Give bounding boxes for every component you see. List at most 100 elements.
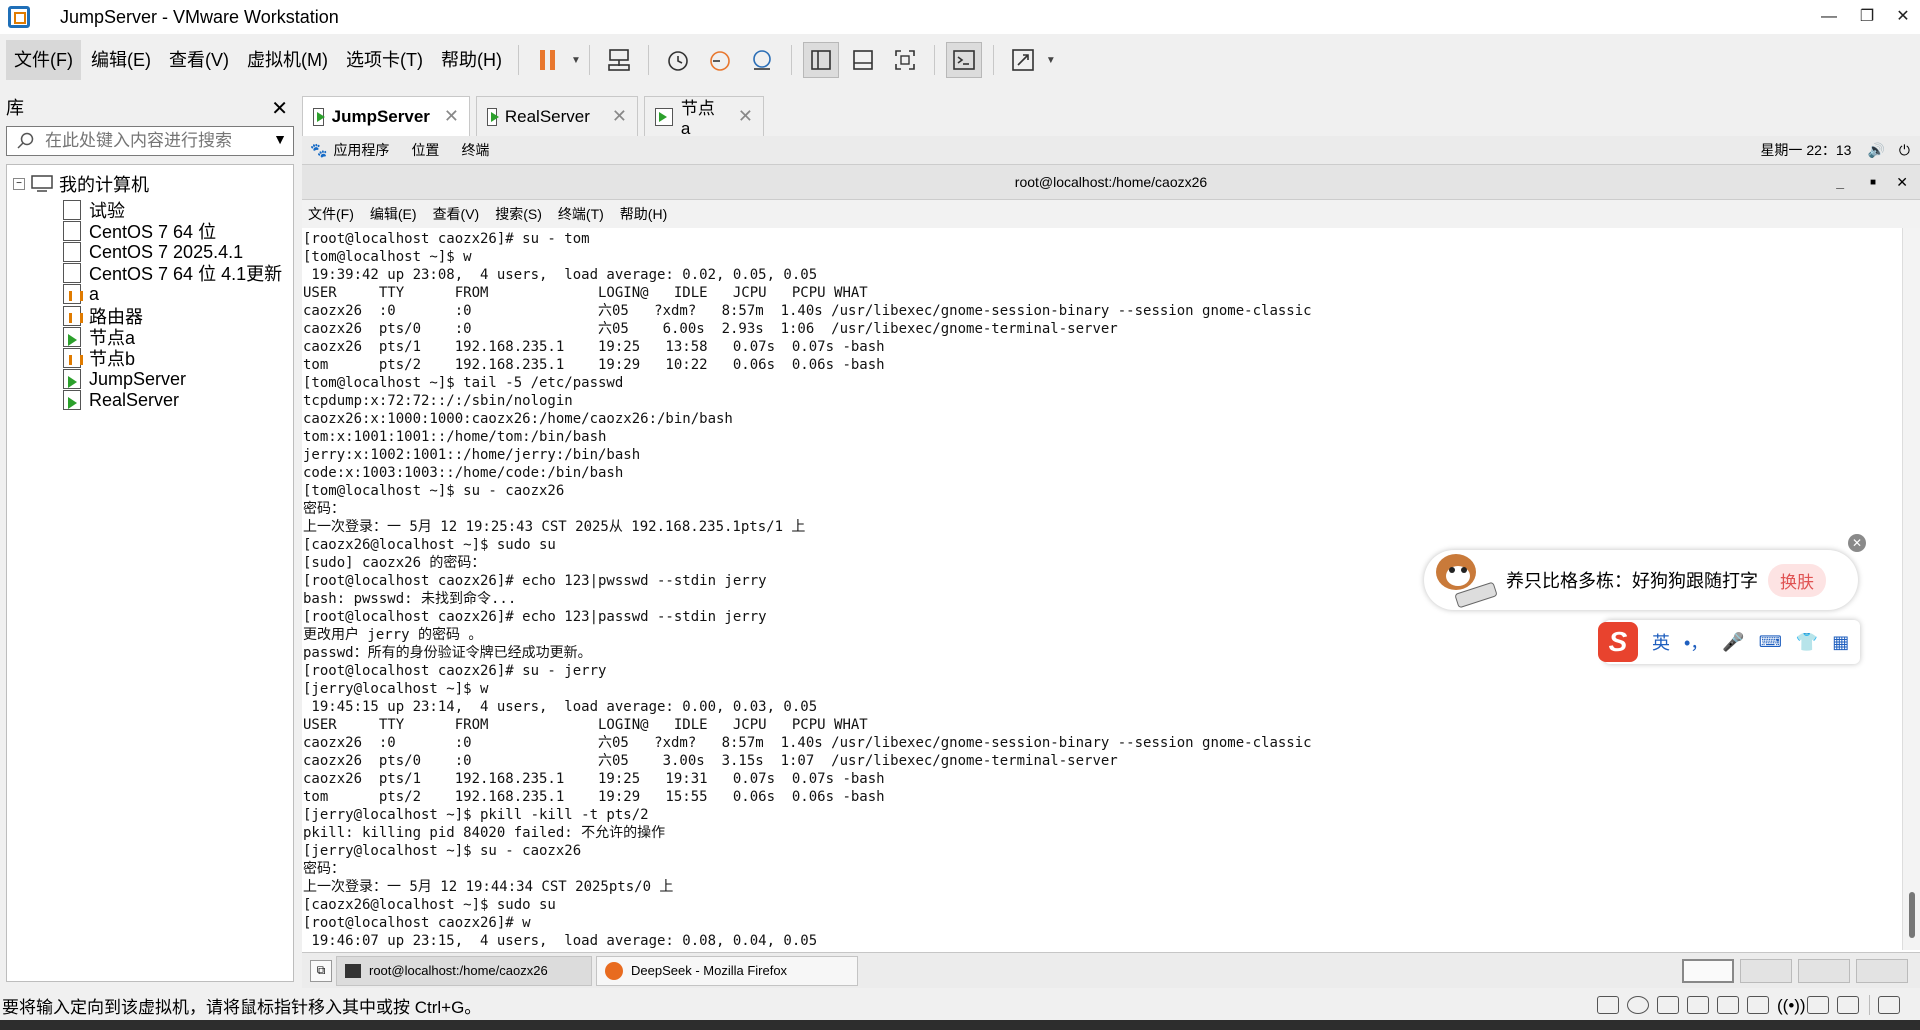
gnome-applications-menu[interactable]: 应用程序 <box>333 140 389 160</box>
tab-node-a[interactable]: 节点a ✕ <box>644 96 764 138</box>
tree-root-my-computer[interactable]: − 我的计算机 <box>13 171 149 197</box>
computer-icon <box>31 175 53 192</box>
full-screen-button[interactable] <box>887 42 923 78</box>
vm-paused-icon <box>63 306 83 326</box>
terminal-menu-file[interactable]: 文件(F) <box>308 204 354 224</box>
workspace-3[interactable] <box>1798 958 1850 983</box>
gnome-places-menu[interactable]: 位置 <box>411 140 439 160</box>
show-library-button[interactable] <box>802 42 839 78</box>
tree-item-realserver[interactable]: RealServer <box>63 387 179 413</box>
terminal-menu-terminal[interactable]: 终端(T) <box>558 204 604 224</box>
ime-punctuation-toggle[interactable]: •， <box>1684 629 1708 655</box>
pet-close-icon[interactable]: ✕ <box>1848 534 1866 552</box>
snapshot-manager-button[interactable] <box>744 42 780 78</box>
terminal-maximize-button[interactable]: ■ <box>1870 177 1876 188</box>
network-adapter-icon[interactable] <box>1657 996 1679 1014</box>
cd-dvd-icon[interactable] <box>1627 996 1649 1014</box>
usb-icon[interactable] <box>1717 996 1739 1014</box>
vm-running-icon <box>487 107 499 126</box>
gnome-top-panel: 🐾 应用程序 位置 终端 星期一 22：13 🔊 ⏻ <box>302 136 1920 164</box>
gnome-clock[interactable]: 星期一 22：13 <box>1760 140 1851 160</box>
gnome-taskbar: ⧉ root@localhost:/home/caozx26 DeepSeek … <box>302 952 1920 988</box>
vm-off-icon <box>63 200 81 220</box>
wireless-icon[interactable]: ((•)) <box>1777 996 1806 1015</box>
full-screen-icon <box>895 50 915 70</box>
sound-card-icon[interactable] <box>1747 996 1769 1014</box>
firefox-icon <box>605 961 623 980</box>
console-icon <box>953 50 975 70</box>
close-button[interactable]: ✕ <box>1880 0 1920 34</box>
tab-close-icon[interactable]: ✕ <box>612 106 627 127</box>
tab-close-icon[interactable]: ✕ <box>738 106 753 127</box>
vmware-app-icon <box>8 6 30 28</box>
display-icon[interactable] <box>1837 996 1859 1014</box>
skin-shirt-icon[interactable]: 👕 <box>1796 632 1818 653</box>
keyboard-icon[interactable]: ⌨ <box>1759 632 1782 652</box>
vm-off-icon <box>63 263 81 283</box>
vm-tabs: JumpServer ✕ RealServer ✕ 节点a ✕ <box>302 96 770 138</box>
workspace-4[interactable] <box>1856 958 1908 983</box>
pause-dropdown-icon[interactable]: ▼ <box>571 55 581 66</box>
change-skin-button[interactable]: 换肤 <box>1768 563 1826 597</box>
terminal-scrollbar[interactable] <box>1902 228 1920 950</box>
ime-language-toggle[interactable]: 英 <box>1652 629 1670 655</box>
gnome-terminal-label[interactable]: 终端 <box>461 140 489 160</box>
toolbar-separator <box>933 45 935 75</box>
console-view-button[interactable] <box>945 42 982 78</box>
tab-label: RealServer <box>504 106 590 126</box>
network-adapter-2-icon[interactable] <box>1687 996 1709 1014</box>
typing-pet-widget[interactable]: 养只比格多栋：好狗狗跟随打字 换肤 <box>1424 550 1858 610</box>
terminal-minimize-button[interactable]: _ <box>1836 174 1844 190</box>
vm-running-icon <box>63 327 81 347</box>
menu-help[interactable]: 帮助(H) <box>433 40 510 80</box>
task-firefox[interactable]: DeepSeek - Mozilla Firefox <box>596 955 858 986</box>
chevron-down-icon[interactable]: ▼ <box>273 131 287 147</box>
message-log-icon[interactable] <box>1878 996 1900 1014</box>
menu-edit[interactable]: 编辑(E) <box>83 40 159 80</box>
toolbar-separator <box>992 45 994 75</box>
tab-realserver[interactable]: RealServer ✕ <box>476 96 638 136</box>
stretch-dropdown-icon[interactable]: ▼ <box>1046 55 1056 66</box>
terminal-close-button[interactable]: ✕ <box>1896 174 1908 191</box>
tab-close-icon[interactable]: ✕ <box>444 106 459 127</box>
beagle-dog-icon <box>1436 554 1497 608</box>
collapse-icon[interactable]: − <box>13 178 25 190</box>
task-label: root@localhost:/home/caozx26 <box>369 963 548 978</box>
library-close-icon[interactable]: ✕ <box>271 96 288 121</box>
terminal-menu-edit[interactable]: 编辑(E) <box>370 204 417 224</box>
library-title: 库 <box>6 98 24 118</box>
snapshot-button[interactable] <box>660 42 696 78</box>
tab-jumpserver[interactable]: JumpServer ✕ <box>302 96 470 136</box>
printer-icon[interactable] <box>1807 996 1829 1014</box>
terminal-menu-help[interactable]: 帮助(H) <box>620 204 667 224</box>
terminal-app-icon <box>345 963 361 978</box>
scrollbar-thumb[interactable] <box>1909 892 1915 938</box>
vm-paused-icon <box>63 348 83 368</box>
terminal-menu-search[interactable]: 搜索(S) <box>495 204 542 224</box>
ime-toolbar[interactable]: S 英 •， 🎤 ⌨ 👕 ▦ <box>1598 620 1860 664</box>
menu-vm[interactable]: 虚拟机(M) <box>239 40 336 80</box>
sogou-logo-icon[interactable]: S <box>1598 622 1638 662</box>
search-icon <box>17 132 34 149</box>
terminal-menu-view[interactable]: 查看(V) <box>433 204 480 224</box>
power-icon[interactable]: ⏻ <box>1899 142 1910 159</box>
show-desktop-icon[interactable]: ⧉ <box>310 959 332 982</box>
library-search-input[interactable] <box>45 131 265 151</box>
stretch-guest-button[interactable] <box>1005 42 1041 78</box>
library-search-box[interactable]: ▼ <box>6 126 294 156</box>
revert-snapshot-button[interactable] <box>702 42 738 78</box>
workspace-1[interactable] <box>1682 958 1734 983</box>
show-thumbnail-bar-button[interactable] <box>845 42 881 78</box>
pause-button[interactable] <box>530 42 566 78</box>
workspace-2[interactable] <box>1740 958 1792 983</box>
window-titlebar: JumpServer - VMware Workstation — ❐ ✕ <box>0 0 1920 34</box>
send-ctrl-alt-del-button[interactable] <box>601 42 637 78</box>
hard-disk-icon[interactable] <box>1597 996 1619 1014</box>
menu-view[interactable]: 查看(V) <box>161 40 237 80</box>
microphone-icon[interactable]: 🎤 <box>1722 632 1744 653</box>
menu-tabs[interactable]: 选项卡(T) <box>338 40 431 80</box>
toolbox-grid-icon[interactable]: ▦ <box>1832 632 1849 653</box>
task-terminal[interactable]: root@localhost:/home/caozx26 <box>336 955 592 986</box>
volume-icon[interactable]: 🔊 <box>1867 142 1884 159</box>
menu-file[interactable]: 文件(F) <box>6 40 81 80</box>
